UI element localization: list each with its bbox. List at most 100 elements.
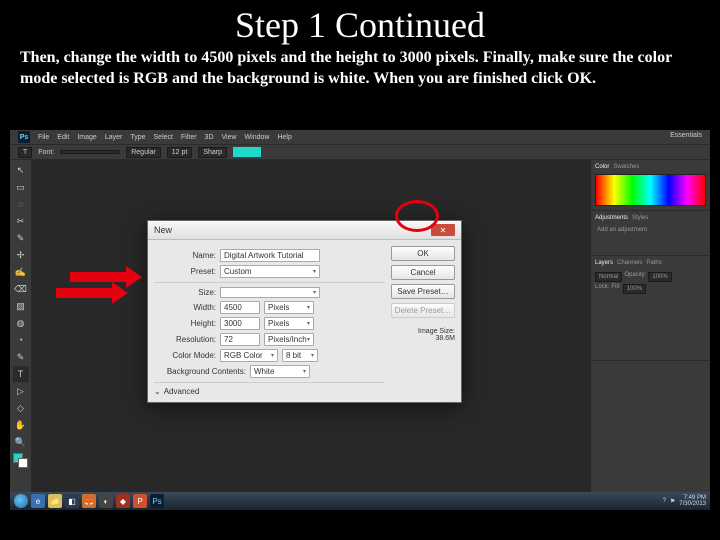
size-select[interactable]: ▾ <box>220 287 320 298</box>
taskbar-app-icon[interactable]: ◧ <box>65 494 79 508</box>
name-input[interactable]: Digital Artwork Tutorial <box>220 249 320 262</box>
slide-body-text: Then, change the width to 4500 pixels an… <box>0 48 720 98</box>
taskbar-app2-icon[interactable]: ◐ <box>99 494 113 508</box>
move-tool[interactable]: ↖ <box>13 162 29 178</box>
color-picker[interactable] <box>13 453 28 468</box>
start-button[interactable] <box>14 494 28 508</box>
font-family-select[interactable] <box>60 150 120 154</box>
bit-depth-select[interactable]: 8 bit▾ <box>282 349 318 362</box>
ok-button[interactable]: OK <box>391 246 455 261</box>
active-tool-icon: T <box>18 147 32 158</box>
image-size-label: Image Size: <box>391 328 455 335</box>
opacity-value[interactable]: 100% <box>648 272 671 282</box>
blur-tool[interactable]: ◔ <box>13 332 29 348</box>
taskbar-photoshop-icon[interactable]: Ps <box>150 494 164 508</box>
menu-edit[interactable]: Edit <box>57 134 69 141</box>
eyedropper-tool[interactable]: ✎ <box>13 230 29 246</box>
color-mode-select[interactable]: RGB Color▾ <box>220 349 278 362</box>
photoshop-window: Ps File Edit Image Layer Type Select Fil… <box>10 130 710 510</box>
menu-window[interactable]: Window <box>245 134 270 141</box>
fill-value[interactable]: 100% <box>623 284 646 294</box>
height-input[interactable]: 3000 <box>220 317 260 330</box>
dialog-title: New <box>154 225 172 235</box>
bg-contents-select[interactable]: White▾ <box>250 365 310 378</box>
width-unit-select[interactable]: Pixels▾ <box>264 301 314 314</box>
menu-select[interactable]: Select <box>154 134 173 141</box>
close-button[interactable]: ✕ <box>431 224 455 236</box>
advanced-label: Advanced <box>164 387 200 396</box>
delete-preset-button: Delete Preset… <box>391 303 455 318</box>
width-label: Width: <box>154 303 216 312</box>
canvas-area: New ✕ Name: Digital Artwork Tutorial Pre… <box>32 160 590 492</box>
save-preset-button[interactable]: Save Preset… <box>391 284 455 299</box>
fill-label: Fill: <box>611 284 620 294</box>
dialog-titlebar[interactable]: New ✕ <box>148 221 461 240</box>
toolbox: ↖ ▭ ◌ ✂ ✎ ✢ ✍ ⌫ ▨ ◍ ◔ ✎ T ▷ ◇ ✋ 🔍 <box>10 160 32 492</box>
lasso-tool[interactable]: ◌ <box>13 196 29 212</box>
stamp-tool[interactable]: ⌫ <box>13 281 29 297</box>
advanced-toggle[interactable]: ⌄ Advanced <box>154 387 385 396</box>
width-input[interactable]: 4500 <box>220 301 260 314</box>
tab-channels[interactable]: Channels <box>617 260 642 266</box>
menu-3d[interactable]: 3D <box>205 134 214 141</box>
preset-select[interactable]: Custom▾ <box>220 265 320 278</box>
blend-mode-select[interactable]: Normal <box>595 272 622 282</box>
tray-flag-icon[interactable]: ⚑ <box>670 498 675 505</box>
color-mode-label: Color Mode: <box>154 351 216 360</box>
pen-tool[interactable]: ✎ <box>13 349 29 365</box>
tab-layers[interactable]: Layers <box>595 260 613 266</box>
slide-title: Step 1 Continued <box>0 0 720 48</box>
type-tool[interactable]: T <box>13 366 29 382</box>
marquee-tool[interactable]: ▭ <box>13 179 29 195</box>
name-label: Name: <box>154 251 216 260</box>
menu-view[interactable]: View <box>222 134 237 141</box>
image-size-value: 38.6M <box>391 335 455 342</box>
color-ramp[interactable] <box>595 174 706 206</box>
text-color-swatch[interactable] <box>233 147 261 157</box>
resolution-input[interactable]: 72 <box>220 333 260 346</box>
color-panel: Color Swatches <box>591 160 710 211</box>
bg-contents-label: Background Contents: <box>154 367 246 376</box>
taskbar-date: 7/30/2013 <box>679 501 706 507</box>
gradient-tool[interactable]: ◍ <box>13 315 29 331</box>
font-style-select[interactable]: Regular <box>126 147 161 158</box>
hand-tool[interactable]: ✋ <box>13 417 29 433</box>
taskbar-powerpoint-icon[interactable]: P <box>133 494 147 508</box>
resolution-unit-select[interactable]: Pixels/Inch▾ <box>264 333 314 346</box>
chevron-down-icon: ⌄ <box>154 387 161 396</box>
height-unit-select[interactable]: Pixels▾ <box>264 317 314 330</box>
taskbar-ie-icon[interactable]: e <box>31 494 45 508</box>
right-panel-dock: Color Swatches Adjustments Styles Add an… <box>590 160 710 492</box>
menu-filter[interactable]: Filter <box>181 134 197 141</box>
eraser-tool[interactable]: ▨ <box>13 298 29 314</box>
options-bar: T Font: Regular 12 pt Sharp <box>10 144 710 160</box>
menu-file[interactable]: File <box>38 134 49 141</box>
font-size-select[interactable]: 12 pt <box>167 147 193 158</box>
taskbar-firefox-icon[interactable]: 🦊 <box>82 494 96 508</box>
size-label: Size: <box>154 288 216 297</box>
layers-panel: Layers Channels Paths Normal Opacity: 10… <box>591 256 710 361</box>
tab-adjustments[interactable]: Adjustments <box>595 215 628 221</box>
tab-paths[interactable]: Paths <box>646 260 661 266</box>
antialias-select[interactable]: Sharp <box>198 147 227 158</box>
menu-image[interactable]: Image <box>77 134 96 141</box>
background-color-swatch[interactable] <box>18 458 28 468</box>
menu-help[interactable]: Help <box>277 134 291 141</box>
crop-tool[interactable]: ✂ <box>13 213 29 229</box>
taskbar-app3-icon[interactable]: ◆ <box>116 494 130 508</box>
brush-tool[interactable]: ✍ <box>13 264 29 280</box>
menu-layer[interactable]: Layer <box>105 134 123 141</box>
shape-tool[interactable]: ◇ <box>13 400 29 416</box>
zoom-tool[interactable]: 🔍 <box>13 434 29 450</box>
tray-help-icon[interactable]: ? <box>663 498 666 504</box>
cancel-button[interactable]: Cancel <box>391 265 455 280</box>
path-select-tool[interactable]: ▷ <box>13 383 29 399</box>
tab-swatches[interactable]: Swatches <box>613 164 639 170</box>
tab-color[interactable]: Color <box>595 164 609 170</box>
new-document-dialog: New ✕ Name: Digital Artwork Tutorial Pre… <box>147 220 462 403</box>
tab-styles[interactable]: Styles <box>632 215 648 221</box>
menu-type[interactable]: Type <box>130 134 145 141</box>
workspace-switcher[interactable]: Essentials <box>670 132 702 139</box>
taskbar-explorer-icon[interactable]: 📁 <box>48 494 62 508</box>
healing-tool[interactable]: ✢ <box>13 247 29 263</box>
